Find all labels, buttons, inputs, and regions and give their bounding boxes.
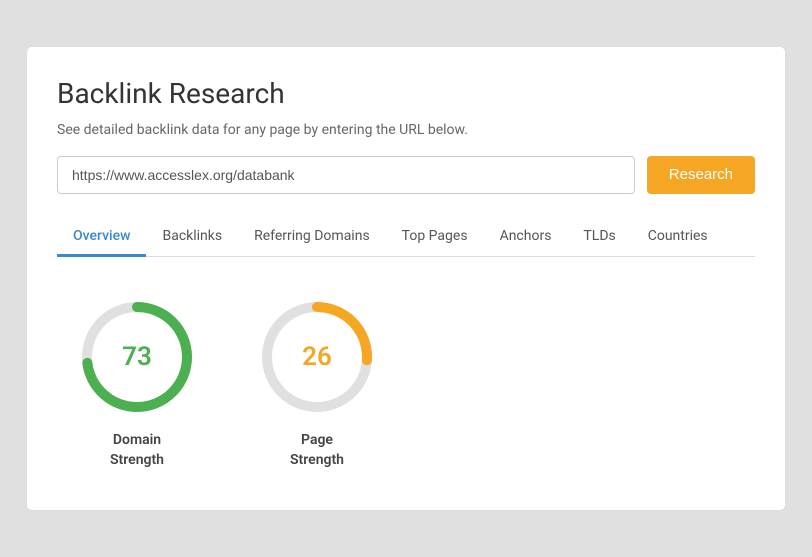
tab-anchors[interactable]: Anchors	[484, 218, 568, 257]
tab-top-pages[interactable]: Top Pages	[386, 218, 484, 257]
domain-strength-metric: 73 Domain Strength	[77, 297, 197, 470]
domain-strength-label: Domain Strength	[110, 431, 164, 470]
tab-backlinks[interactable]: Backlinks	[146, 218, 238, 257]
search-row: Research	[57, 156, 755, 194]
tab-tlds[interactable]: TLDs	[567, 218, 631, 257]
domain-strength-value: 73	[122, 342, 152, 372]
domain-strength-circle: 73	[77, 297, 197, 417]
main-card: Backlink Research See detailed backlink …	[26, 46, 786, 511]
page-strength-label: Page Strength	[290, 431, 344, 470]
metrics-row: 73 Domain Strength 26 Page Strength	[57, 297, 755, 470]
subtitle: See detailed backlink data for any page …	[57, 122, 755, 138]
tab-referring-domains[interactable]: Referring Domains	[238, 218, 386, 257]
url-input[interactable]	[57, 156, 635, 194]
research-button[interactable]: Research	[647, 156, 755, 194]
page-strength-value: 26	[302, 342, 332, 372]
tab-overview[interactable]: Overview	[57, 218, 146, 257]
tab-countries[interactable]: Countries	[632, 218, 724, 257]
page-strength-circle: 26	[257, 297, 377, 417]
page-title: Backlink Research	[57, 77, 755, 110]
page-strength-metric: 26 Page Strength	[257, 297, 377, 470]
tabs-bar: Overview Backlinks Referring Domains Top…	[57, 218, 755, 257]
